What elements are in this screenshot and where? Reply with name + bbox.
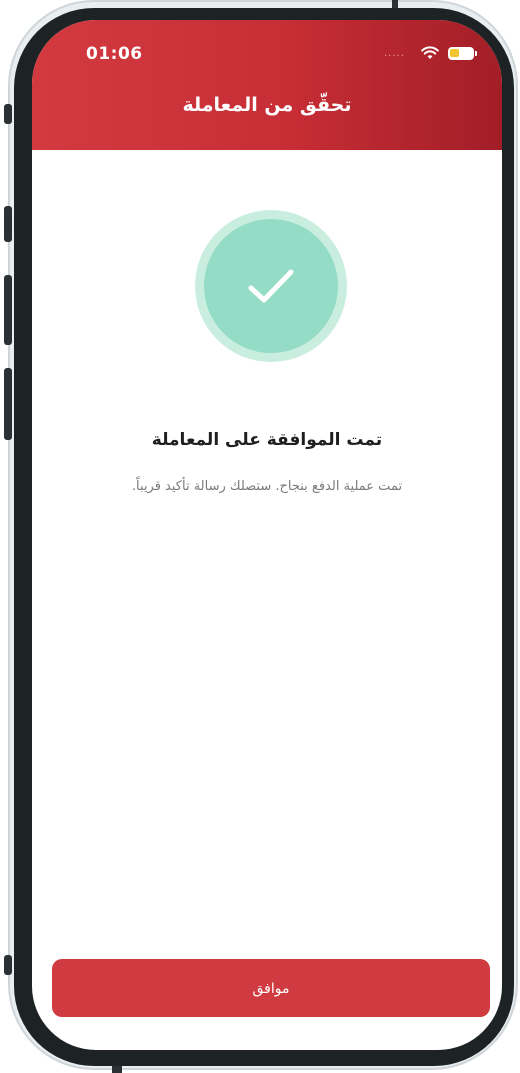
side-button (4, 368, 12, 440)
checkmark-icon (248, 269, 294, 303)
signal-dots: ..... (384, 48, 405, 59)
app-screen: 01:06 ..... تحقّق من المعاملة تمت المواف… (32, 20, 502, 1050)
status-bar-time: 01:06 (86, 44, 143, 64)
result-title: تمت الموافقة على المعاملة (151, 430, 383, 450)
mute-switch (4, 104, 12, 124)
volume-down-button (4, 275, 12, 345)
lower-side-button (4, 955, 12, 975)
battery-level-fill (450, 49, 459, 57)
page-title: تحقّق من المعاملة (182, 94, 352, 116)
volume-up-button (4, 206, 12, 242)
wifi-icon (421, 46, 439, 59)
battery-icon (448, 47, 474, 60)
result-message: تمت عملية الدفع بنجاح. ستصلك رسالة تأكيد… (131, 479, 403, 494)
battery-cap (475, 51, 477, 56)
ok-button[interactable]: موافق (52, 959, 490, 1017)
app-header: 01:06 ..... تحقّق من المعاملة (32, 20, 502, 150)
device-mockup: 01:06 ..... تحقّق من المعاملة تمت المواف… (0, 0, 520, 1073)
